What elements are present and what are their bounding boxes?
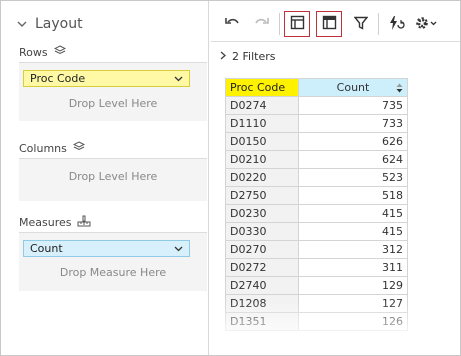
layout-panel: Layout Rows Proc Code Drop Level Here Co… xyxy=(1,1,209,355)
table-row: D1110 733 xyxy=(225,114,408,133)
proc-code-cell[interactable]: D0220 xyxy=(225,168,299,187)
rows-section-label: Rows xyxy=(19,45,66,59)
proc-code-column-header[interactable]: Proc Code xyxy=(225,78,299,97)
table-row: D0220 523 xyxy=(225,168,408,187)
count-cell[interactable]: 415 xyxy=(298,222,408,241)
count-column-header[interactable]: Count xyxy=(298,78,408,97)
tabular-layout-button[interactable] xyxy=(316,11,342,37)
gear-icon xyxy=(414,15,438,34)
rows-label: Rows xyxy=(19,45,48,59)
layout-title: Layout xyxy=(35,16,83,32)
table-row: D1208 127 xyxy=(225,294,408,313)
columns-label: Columns xyxy=(19,141,67,155)
toolbar-divider xyxy=(211,41,460,42)
proc-code-cell[interactable]: D2750 xyxy=(225,186,299,205)
count-cell[interactable]: 126 xyxy=(298,312,408,331)
count-cell[interactable]: 518 xyxy=(298,186,408,205)
count-cell[interactable]: 626 xyxy=(298,132,408,151)
chevron-down-icon[interactable] xyxy=(174,72,183,85)
chevron-right-icon xyxy=(220,50,226,63)
sort-icon[interactable] xyxy=(396,83,403,96)
filter-icon xyxy=(353,16,369,33)
proc-code-cell[interactable]: D0230 xyxy=(225,204,299,223)
table-row: D0272 311 xyxy=(225,258,408,277)
layers-icon xyxy=(53,45,66,59)
table-row: D0150 626 xyxy=(225,132,408,151)
layout-header[interactable]: Layout xyxy=(17,16,83,32)
redo-icon xyxy=(254,16,270,33)
measures-drop-hint: Drop Measure Here xyxy=(59,266,167,279)
tabular-layout-icon xyxy=(322,15,337,33)
layers-icon xyxy=(72,141,85,155)
redo-button[interactable] xyxy=(249,11,275,37)
table-row: D0210 624 xyxy=(225,150,408,169)
proc-code-cell[interactable]: D2740 xyxy=(225,276,299,295)
proc-code-cell[interactable]: D0272 xyxy=(225,258,299,277)
table-row: D0230 415 xyxy=(225,204,408,223)
count-pill-label: Count xyxy=(30,242,63,255)
proc-code-row-pill[interactable]: Proc Code xyxy=(23,70,190,87)
auto-refresh-button[interactable] xyxy=(383,11,409,37)
proc-code-cell[interactable]: D0270 xyxy=(225,240,299,259)
proc-code-cell[interactable]: D1208 xyxy=(225,294,299,313)
proc-code-cell[interactable]: D0150 xyxy=(225,132,299,151)
table-row: D2740 129 xyxy=(225,276,408,295)
toolbar-separator xyxy=(279,13,280,35)
toolbar-separator xyxy=(378,13,379,35)
proc-code-cell[interactable]: D0330 xyxy=(225,222,299,241)
proc-code-cell[interactable]: D0274 xyxy=(225,96,299,115)
count-cell[interactable]: 624 xyxy=(298,150,408,169)
proc-code-pill-label: Proc Code xyxy=(30,72,86,85)
measures-label: Measures xyxy=(19,216,72,229)
count-cell[interactable]: 523 xyxy=(298,168,408,187)
settings-button[interactable] xyxy=(409,11,443,37)
proc-code-cell[interactable]: D1351 xyxy=(225,312,299,331)
undo-icon xyxy=(224,16,240,33)
measures-section-label: Measures xyxy=(19,215,91,230)
columns-drop-hint: Drop Level Here xyxy=(68,170,158,183)
columns-section-label: Columns xyxy=(19,141,85,155)
pivot-layout-window: Layout Rows Proc Code Drop Level Here Co… xyxy=(0,0,461,356)
table-row: D0330 415 xyxy=(225,222,408,241)
table-row: D0274 735 xyxy=(225,96,408,115)
count-cell[interactable]: 129 xyxy=(298,276,408,295)
count-cell[interactable]: 735 xyxy=(298,96,408,115)
undo-button[interactable] xyxy=(219,11,245,37)
count-cell[interactable]: 127 xyxy=(298,294,408,313)
proc-code-cell[interactable]: D1110 xyxy=(225,114,299,133)
filters-label: 2 Filters xyxy=(232,50,276,63)
count-measure-pill[interactable]: Count xyxy=(23,240,190,257)
table-row: D2750 518 xyxy=(225,186,408,205)
rows-drop-hint: Drop Level Here xyxy=(68,97,158,110)
pivot-toolbar xyxy=(211,8,460,40)
filters-toggle[interactable]: 2 Filters xyxy=(220,50,275,63)
table-row: D0270 312 xyxy=(225,240,408,259)
chevron-down-icon[interactable] xyxy=(174,242,183,255)
count-cell[interactable]: 311 xyxy=(298,258,408,277)
lightning-refresh-icon xyxy=(387,15,405,34)
count-cell[interactable]: 415 xyxy=(298,204,408,223)
chevron-down-icon xyxy=(17,16,27,32)
count-header-label: Count xyxy=(336,81,370,94)
filter-button[interactable] xyxy=(348,11,374,37)
table-row: D1351 126 xyxy=(225,312,408,331)
pivot-table: Proc Code Count D0274 735 D1110 733 D0150 6… xyxy=(225,78,408,331)
count-cell[interactable]: 312 xyxy=(298,240,408,259)
table-header-row: Proc Code Count xyxy=(225,78,408,97)
compact-layout-icon xyxy=(290,15,305,33)
count-cell[interactable]: 733 xyxy=(298,114,408,133)
compact-layout-button[interactable] xyxy=(284,11,310,37)
ruler-icon xyxy=(77,215,91,230)
proc-code-cell[interactable]: D0210 xyxy=(225,150,299,169)
